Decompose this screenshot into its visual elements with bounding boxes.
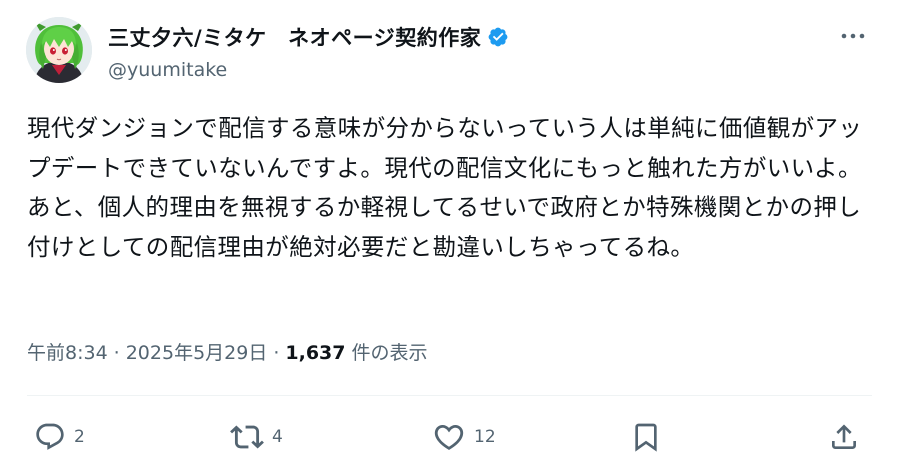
like-count: 12 xyxy=(474,427,496,447)
tweet-date[interactable]: 2025年5月29日 xyxy=(126,338,268,365)
meta-separator: · xyxy=(113,342,120,364)
views-label: 件の表示 xyxy=(351,342,428,364)
avatar[interactable] xyxy=(26,17,92,83)
repost-count: 4 xyxy=(272,427,283,447)
reply-button[interactable]: 2 xyxy=(34,415,85,459)
heart-icon xyxy=(434,424,464,450)
views-count: 1,637 xyxy=(285,342,346,364)
tweet-meta: 午前8:34 · 2025年5月29日 · 1,637 件の表示 xyxy=(27,338,428,365)
meta-separator: · xyxy=(273,342,280,364)
divider xyxy=(27,395,872,396)
bookmark-icon xyxy=(635,423,657,452)
reply-count: 2 xyxy=(74,427,85,447)
bookmark-button[interactable] xyxy=(630,415,662,459)
action-bar: 2 4 12 xyxy=(0,415,897,459)
share-button[interactable] xyxy=(828,415,860,459)
tweet-card: 三丈夕六/ミタケ ネオページ契約作家 @yuumitake 現代ダンジョンで配信… xyxy=(0,0,897,475)
author-display-name[interactable]: 三丈夕六/ミタケ ネオページ契約作家 xyxy=(108,22,481,52)
reply-icon xyxy=(36,423,64,450)
more-options-button[interactable] xyxy=(836,26,870,46)
tweet-time[interactable]: 午前8:34 xyxy=(27,338,108,365)
share-icon xyxy=(832,424,856,449)
avatar-image xyxy=(26,17,92,83)
repost-icon xyxy=(230,425,264,449)
author-handle[interactable]: @yuumitake xyxy=(108,59,227,81)
like-button[interactable]: 12 xyxy=(432,415,496,459)
verified-badge-icon[interactable] xyxy=(487,26,509,48)
more-dots-icon xyxy=(841,33,865,39)
tweet-text: 現代ダンジョンで配信する意味が分からないっていう人は単純に価値観がアップデートで… xyxy=(27,114,863,261)
author-name-row: 三丈夕六/ミタケ ネオページ契約作家 xyxy=(108,22,509,52)
repost-button[interactable]: 4 xyxy=(230,415,283,459)
